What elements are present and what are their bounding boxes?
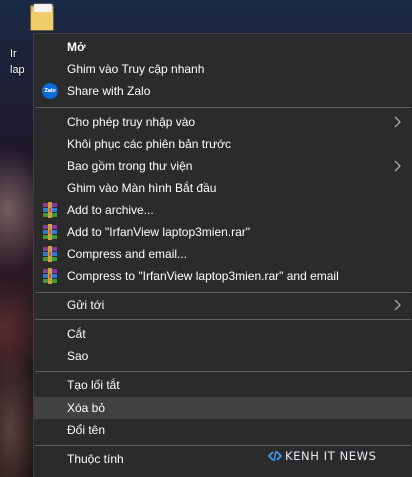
folder-icon[interactable] [30, 2, 56, 32]
chevron-right-icon [394, 299, 401, 311]
menu-separator [35, 319, 411, 320]
menu-item-label: Bao gồm trong thư viện [67, 159, 193, 173]
menu-item-open[interactable]: Mở [34, 36, 412, 58]
menu-item-add-to-rar[interactable]: Add to "IrfanView laptop3mien.rar" [34, 221, 412, 243]
menu-item-label: Thuộc tính [67, 452, 124, 466]
menu-item-label: Tạo lối tắt [67, 378, 120, 392]
menu-item-create-shortcut[interactable]: Tạo lối tắt [34, 374, 412, 396]
menu-item-pin-quick-access[interactable]: Ghim vào Truy cập nhanh [34, 58, 412, 80]
menu-separator [35, 107, 411, 108]
winrar-icon [43, 224, 57, 240]
menu-item-label: Mở [67, 40, 86, 54]
menu-item-pin-start[interactable]: Ghim vào Màn hình Bắt đầu [34, 177, 412, 199]
menu-item-restore-versions[interactable]: Khôi phục các phiên bản trước [34, 133, 412, 155]
winrar-icon [43, 246, 57, 262]
menu-separator [35, 445, 411, 446]
menu-item-label: Đổi tên [67, 423, 106, 437]
winrar-icon [43, 268, 57, 284]
menu-item-cut[interactable]: Cắt [34, 323, 412, 345]
menu-item-include-library[interactable]: Bao gồm trong thư viện [34, 155, 412, 177]
code-brackets-icon [268, 450, 282, 462]
menu-item-compress-to-rar-email[interactable]: Compress to "IrfanView laptop3mien.rar" … [34, 265, 412, 287]
chevron-right-icon [394, 160, 401, 172]
context-menu: Mở Ghim vào Truy cập nhanh Zalo Share wi… [33, 33, 412, 477]
menu-item-label: Ghim vào Truy cập nhanh [67, 62, 205, 76]
menu-item-label: Cho phép truy nhập vào [67, 115, 196, 129]
watermark: KENH IT NEWS [268, 449, 377, 463]
menu-item-add-archive[interactable]: Add to archive... [34, 199, 412, 221]
menu-item-compress-email[interactable]: Compress and email... [34, 243, 412, 265]
icon-label-line2: lap [10, 64, 25, 76]
watermark-text: KENH IT NEWS [285, 449, 377, 463]
icon-label-line1: Ir [10, 48, 17, 60]
chevron-right-icon [394, 116, 401, 128]
menu-separator [35, 292, 411, 293]
menu-item-label: Compress to "IrfanView laptop3mien.rar" … [67, 269, 339, 283]
menu-item-label: Gửi tới [67, 298, 105, 312]
desktop-icon-label[interactable]: Ir lap [10, 46, 34, 78]
menu-item-label: Add to "IrfanView laptop3mien.rar" [67, 225, 251, 239]
menu-item-rename[interactable]: Đổi tên [34, 419, 412, 441]
menu-item-label: Compress and email... [67, 247, 188, 261]
menu-item-label: Share with Zalo [67, 84, 151, 98]
menu-item-label: Sao [67, 349, 89, 363]
menu-item-send-to[interactable]: Gửi tới [34, 294, 412, 316]
zalo-icon: Zalo [42, 83, 58, 99]
winrar-icon [43, 202, 57, 218]
menu-item-label: Cắt [67, 327, 86, 341]
menu-item-share-zalo[interactable]: Zalo Share with Zalo [34, 80, 412, 102]
menu-item-label: Xóa bỏ [67, 401, 106, 415]
menu-item-give-access[interactable]: Cho phép truy nhập vào [34, 111, 412, 133]
menu-separator [35, 371, 411, 372]
menu-item-copy[interactable]: Sao [34, 345, 412, 367]
menu-item-label: Khôi phục các phiên bản trước [67, 137, 231, 151]
menu-item-label: Add to archive... [67, 203, 154, 217]
menu-item-label: Ghim vào Màn hình Bắt đầu [67, 181, 217, 195]
menu-item-delete[interactable]: Xóa bỏ [34, 397, 412, 419]
